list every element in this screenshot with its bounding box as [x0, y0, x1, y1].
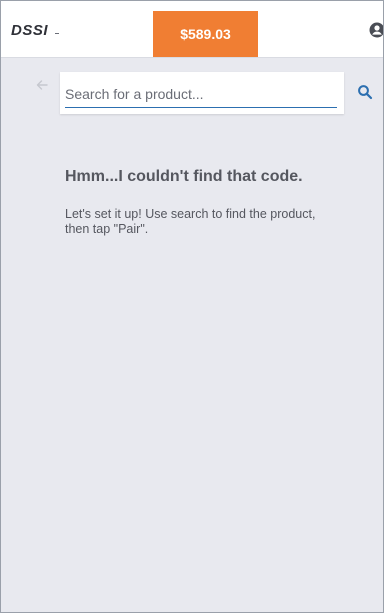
balance-button[interactable]: $589.03 [153, 11, 258, 57]
search-icon[interactable] [357, 84, 373, 100]
arrow-left-icon[interactable] [34, 77, 50, 93]
empty-state-message: Let's set it up! Use search to find the … [65, 207, 316, 236]
search-field [60, 72, 344, 114]
search-bar [1, 57, 383, 127]
dssi-logo: DSSI [11, 22, 49, 39]
app-header: DSSI $589.03 [1, 1, 383, 58]
logo-trademark-mark [55, 33, 59, 34]
app-frame: DSSI $589.03 Hmm...I couldn't find that … [0, 0, 384, 613]
search-input[interactable] [65, 81, 337, 108]
balance-label: $589.03 [180, 26, 231, 42]
account-icon[interactable] [369, 22, 384, 38]
empty-state-title: Hmm...I couldn't find that code. [65, 168, 303, 185]
